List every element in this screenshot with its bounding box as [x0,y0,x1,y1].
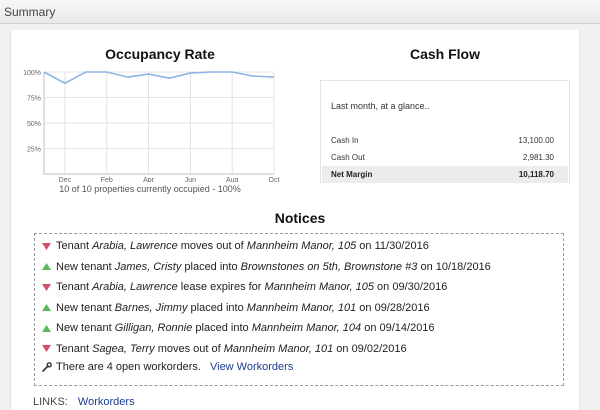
summary-header: Summary [0,0,600,24]
notices-box: Tenant Arabia, Lawrence moves out of Man… [34,233,564,386]
up-triangle-icon [42,324,51,332]
cashflow-row-value: 2,981.30 [522,153,554,162]
y-tick-label: 25% [27,147,41,154]
cashflow-title: Cash Flow [409,46,480,62]
notice-text: on 09/14/2016 [361,322,435,334]
occupancy-caption: 10 of 10 properties currently occupied -… [59,184,241,194]
summary-header-title: Summary [4,5,56,19]
cashflow-row-label: Net Margin [331,170,373,179]
cashflow-row-label: Cash Out [331,153,365,162]
x-tick-label: Jun [185,177,196,182]
property-name: Mannheim Manor, 101 [246,301,357,314]
workorders-link[interactable]: Workorders [78,396,135,408]
down-triangle-icon [42,242,51,250]
notice-text: on 09/02/2016 [333,342,407,355]
cashflow-row-cash-in: Cash In 13,100.00 [322,132,568,149]
notice-text: placed into [192,322,252,334]
tenant-name: Sagea, Terry [92,342,155,355]
wrench-icon [42,362,52,372]
notice-text: placed into [181,260,241,273]
y-tick-label: 75% [27,96,41,103]
cashflow-row-net-margin: Net Margin 10,118.70 [322,166,568,183]
notice-item: Tenant Sagea, Terry moves out of Mannhei… [42,341,407,357]
notice-text: New tenant [56,322,115,334]
notice-text: Tenant [56,240,93,252]
notice-text: moves out of [177,240,247,252]
occupancy-series-line [43,71,275,85]
cashflow-row-label: Cash In [331,136,359,145]
notice-item: Tenant Arabia, Lawrence lease expires fo… [42,279,447,295]
x-tick-label: Dec [59,177,72,182]
cashflow-box: Last month, at a glance.. Cash In 13,100… [320,80,570,183]
x-tick-label: Apr [143,177,155,182]
cashflow-row-value: 10,118.70 [518,170,554,179]
occupancy-title: Occupancy Rate [105,46,215,62]
tenant-name: Gilligan, Ronnie [114,322,193,334]
notice-text: lease expires for [177,281,265,293]
notice-text: on 09/30/2016 [373,281,448,293]
notices-title: Notices [274,210,326,226]
cashflow-intro: Last month, at a glance.. [331,101,430,111]
x-tick-label: Feb [101,177,113,182]
links-row: LINKS: Workorders [33,396,135,408]
property-name: Mannheim Manor, 104 [251,322,362,334]
notice-item: New tenant Gilligan, Ronnie placed into … [42,320,435,336]
down-triangle-icon [42,283,51,291]
property-name: Brownstones on 5th, Brownstone #3 [240,260,418,273]
workorders-text: There are 4 open workorders. [56,361,201,373]
property-name: Mannheim Manor, 105 [246,240,357,252]
notice-text: Tenant [56,281,93,293]
notice-text: Tenant [56,342,93,355]
notice-text: moves out of [154,342,224,355]
notice-item: New tenant James, Cristy placed into Bro… [42,259,491,275]
notice-text: on 09/28/2016 [356,301,430,314]
y-tick-label: 50% [27,121,41,128]
tenant-name: Arabia, Lawrence [92,281,178,293]
property-name: Mannheim Manor, 105 [264,281,374,293]
notice-item: Tenant Arabia, Lawrence moves out of Man… [42,238,429,254]
x-tick-label: Oct [269,177,280,182]
links-label: LINKS: [33,396,68,408]
up-triangle-icon [42,304,51,312]
notice-text: New tenant [56,301,115,314]
notice-text: New tenant [56,260,115,273]
notice-text: placed into [187,301,247,314]
tenant-name: Barnes, Jimmy [114,301,188,314]
down-triangle-icon [42,345,51,353]
workorders-notice: There are 4 open workorders. View Workor… [42,359,293,375]
property-name: Mannheim Manor, 101 [223,342,334,355]
occupancy-chart: 100% 75% 50% 25% Dec Feb Apr Jun Aug Oct [23,70,280,182]
notice-text: on 11/30/2016 [356,240,429,252]
cashflow-row-cash-out: Cash Out 2,981.30 [322,149,568,166]
x-tick-label: Aug [226,177,239,182]
tenant-name: James, Cristy [114,260,182,273]
notice-item: New tenant Barnes, Jimmy placed into Man… [42,300,430,316]
y-tick-label: 100% [23,70,41,77]
tenant-name: Arabia, Lawrence [92,240,178,252]
up-triangle-icon [42,263,51,271]
view-workorders-link[interactable]: View Workorders [210,361,293,373]
notice-text: on 10/18/2016 [417,260,491,273]
cashflow-row-value: 13,100.00 [518,136,554,145]
